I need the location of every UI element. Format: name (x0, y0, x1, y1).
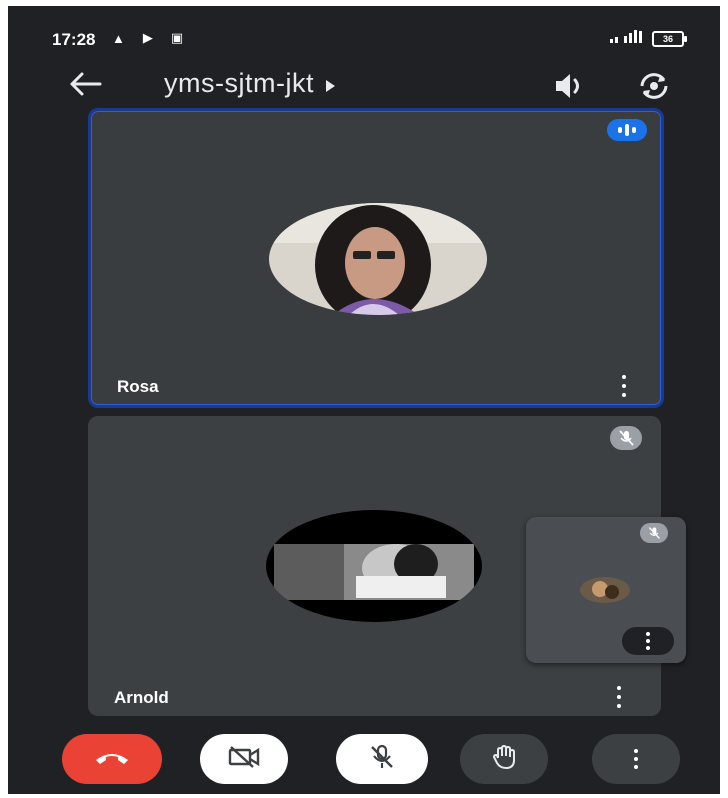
mic-off-icon (610, 426, 642, 450)
back-arrow-icon[interactable] (66, 66, 106, 102)
video-notification-icon: ▣ (170, 30, 184, 45)
raise-hand-button[interactable] (460, 734, 548, 784)
meet-screen: 17:28 ▲ ▶ ▣ 36 yms-sjtm-jkt Rosa Arnold (8, 6, 720, 794)
notification-icons: ▲ ▶ ▣ (112, 30, 183, 46)
self-more-button[interactable] (622, 627, 674, 655)
play-icon: ▶ (142, 30, 153, 45)
status-bar: 17:28 ▲ ▶ ▣ 36 (8, 6, 720, 66)
meeting-title[interactable]: yms-sjtm-jkt (164, 68, 335, 99)
self-view-tile[interactable] (526, 517, 686, 663)
call-controls (8, 720, 720, 794)
end-call-icon (94, 748, 130, 771)
participant-name: Rosa (117, 377, 159, 396)
speaking-indicator-icon (607, 119, 647, 141)
battery-icon: 36 (652, 30, 687, 47)
more-options-icon[interactable] (614, 686, 624, 708)
notification-icon: ▲ (112, 30, 125, 46)
participant-name: Arnold (114, 688, 169, 707)
more-options-icon[interactable] (619, 375, 629, 397)
more-options-icon (631, 749, 641, 769)
self-avatar (580, 577, 630, 603)
avatar (266, 510, 482, 622)
more-options-icon (643, 632, 653, 650)
raise-hand-icon (491, 744, 517, 775)
system-icons: 36 (610, 30, 687, 47)
avatar (269, 203, 487, 315)
speaker-icon[interactable] (552, 70, 586, 102)
mic-off-icon (640, 523, 668, 543)
meeting-code: yms-sjtm-jkt (164, 68, 314, 98)
signal-icon (610, 30, 644, 47)
caret-right-icon (325, 79, 335, 92)
mic-off-icon (368, 743, 396, 776)
status-time: 17:28 (52, 30, 96, 49)
mic-toggle-button[interactable] (336, 734, 428, 784)
flip-camera-icon[interactable] (636, 70, 672, 102)
more-options-button[interactable] (592, 734, 680, 784)
participant-tile-rosa[interactable]: Rosa (88, 108, 664, 408)
camera-toggle-button[interactable] (200, 734, 288, 784)
camera-off-icon (227, 745, 261, 774)
end-call-button[interactable] (62, 734, 162, 784)
app-bar: yms-sjtm-jkt (8, 62, 720, 108)
